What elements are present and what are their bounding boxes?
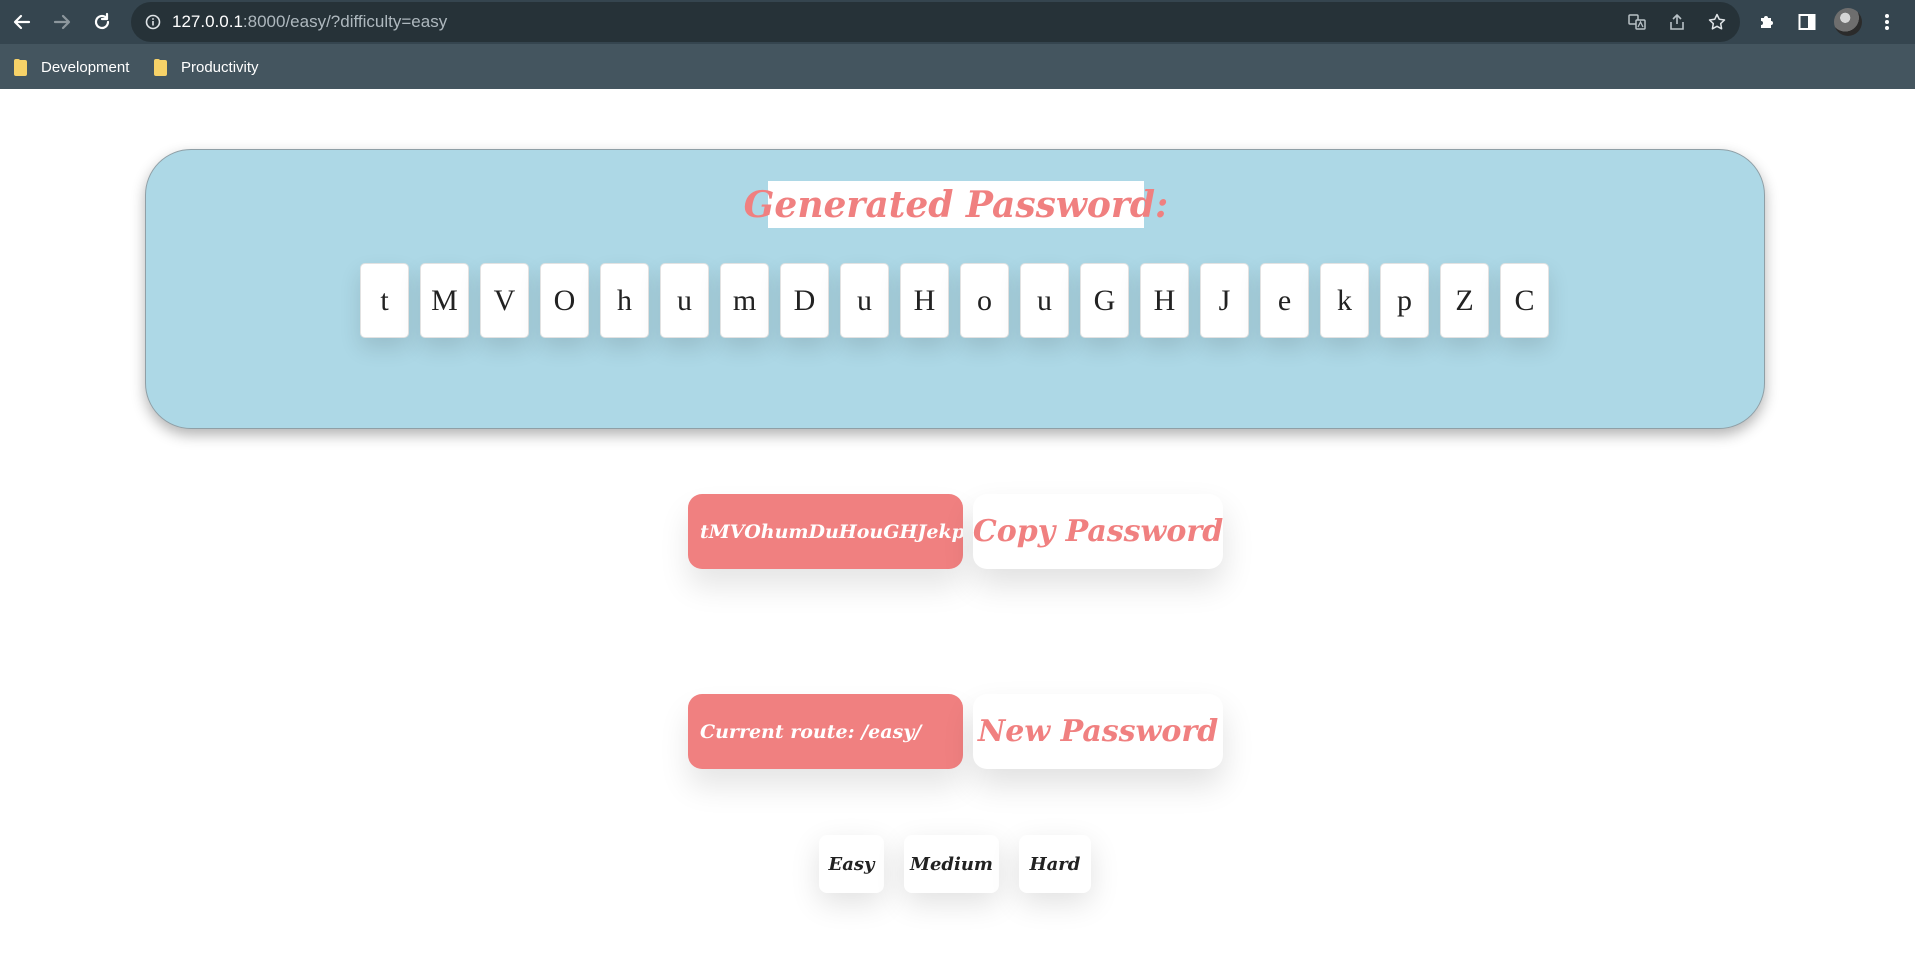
forward-button[interactable] bbox=[48, 8, 76, 36]
char-tile: m bbox=[720, 263, 769, 338]
browser-toolbar: 127.0.0.1:8000/easy/?difficulty=easy bbox=[0, 0, 1915, 44]
url-host: 127.0.0.1 bbox=[172, 12, 243, 31]
puzzle-icon[interactable] bbox=[1754, 9, 1780, 35]
star-icon[interactable] bbox=[1707, 12, 1727, 32]
char-tile: Z bbox=[1440, 263, 1489, 338]
char-tile: o bbox=[960, 263, 1009, 338]
char-tile: u bbox=[1020, 263, 1069, 338]
share-icon[interactable] bbox=[1667, 12, 1687, 32]
translate-icon[interactable] bbox=[1627, 12, 1647, 32]
reload-icon bbox=[94, 12, 110, 30]
char-tile: H bbox=[1140, 263, 1189, 338]
char-tile: h bbox=[600, 263, 649, 338]
url-path: :8000/easy/?difficulty=easy bbox=[242, 12, 448, 31]
char-tile: M bbox=[420, 263, 469, 338]
char-tile: p bbox=[1380, 263, 1429, 338]
char-tile: e bbox=[1260, 263, 1309, 338]
arrow-right-icon bbox=[53, 14, 71, 30]
difficulty-hard-button[interactable]: Hard bbox=[1019, 835, 1091, 893]
password-display: tMVOhumDuHouGHJekpZC bbox=[688, 494, 963, 569]
char-tile: H bbox=[900, 263, 949, 338]
char-tile: V bbox=[480, 263, 529, 338]
char-tile: u bbox=[840, 263, 889, 338]
new-password-button[interactable]: New Password bbox=[973, 694, 1223, 769]
bookmark-productivity[interactable]: Productivity bbox=[154, 56, 259, 78]
char-tile: C bbox=[1500, 263, 1549, 338]
difficulty-medium-button[interactable]: Medium bbox=[904, 835, 999, 893]
bookmark-label: Development bbox=[41, 58, 130, 76]
profile-avatar[interactable] bbox=[1834, 8, 1862, 36]
folder-icon bbox=[14, 58, 29, 76]
arrow-left-icon bbox=[13, 14, 31, 30]
url-text[interactable]: 127.0.0.1:8000/easy/?difficulty=easy bbox=[172, 12, 447, 32]
char-tile: D bbox=[780, 263, 829, 338]
char-tile: G bbox=[1080, 263, 1129, 338]
char-tile: k bbox=[1320, 263, 1369, 338]
bookmarks-bar: Development Productivity bbox=[0, 44, 1915, 89]
bookmark-development[interactable]: Development bbox=[14, 56, 129, 78]
folder-icon bbox=[154, 58, 169, 76]
page-title: Generated Password: bbox=[744, 181, 1168, 228]
address-bar[interactable]: 127.0.0.1:8000/easy/?difficulty=easy bbox=[131, 2, 1740, 42]
side-panel-icon[interactable] bbox=[1794, 9, 1820, 35]
reload-button[interactable] bbox=[88, 8, 116, 36]
char-tile: J bbox=[1200, 263, 1249, 338]
char-tile: t bbox=[360, 263, 409, 338]
copy-password-button[interactable]: Copy Password bbox=[973, 494, 1223, 569]
bookmark-label: Productivity bbox=[181, 58, 259, 76]
back-button[interactable] bbox=[8, 8, 36, 36]
char-tile: u bbox=[660, 263, 709, 338]
info-icon[interactable] bbox=[143, 12, 163, 32]
current-route-label: Current route: /easy/ bbox=[688, 694, 963, 769]
password-characters: t M V O h u m D u H o u G H J e k p Z C bbox=[360, 263, 1549, 338]
difficulty-easy-button[interactable]: Easy bbox=[819, 835, 884, 893]
char-tile: O bbox=[540, 263, 589, 338]
kebab-menu-icon[interactable] bbox=[1874, 9, 1900, 35]
